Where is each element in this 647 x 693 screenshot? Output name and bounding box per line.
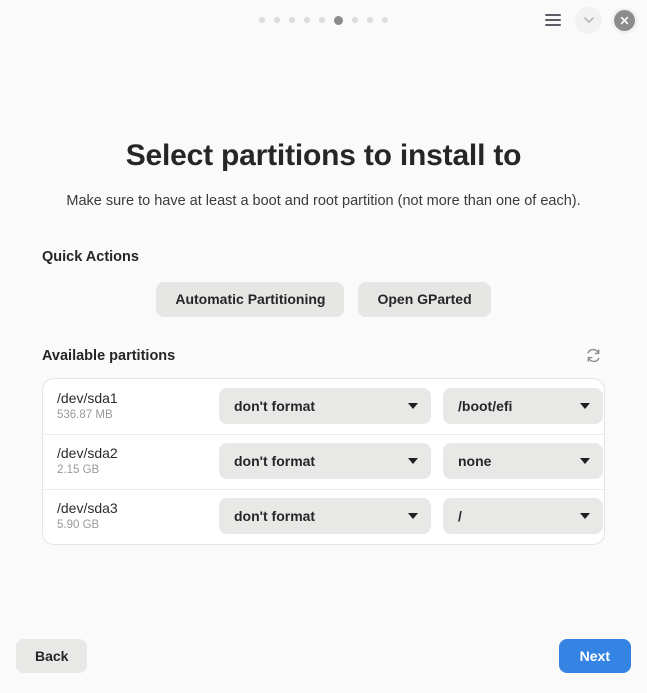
quick-actions-section: Quick Actions [42,249,605,271]
next-button[interactable]: Next [558,639,631,673]
format-action-dropdown[interactable]: don't format [219,498,431,535]
open-gparted-button[interactable]: Open GParted [358,282,491,317]
footer-bar: Back Next [0,629,647,693]
format-action-value: don't format [234,508,316,525]
automatic-partitioning-button[interactable]: Automatic Partitioning [156,282,345,317]
progress-dot [274,17,280,23]
partition-size: 5.90 GB [57,519,100,532]
format-action-value: don't format [234,398,316,415]
table-row: /dev/sda1 536.87 MB don't format/boot/efi [43,379,604,434]
partition-device: /dev/sda3 [57,499,118,516]
mount-point-value: / [458,508,462,525]
partition-size: 536.87 MB [57,409,113,422]
close-circle-glyph [614,9,635,31]
header-controls [539,0,638,40]
progress-dot-active [334,15,343,25]
quick-actions-label: Quick Actions [42,249,139,266]
partition-size: 2.15 GB [57,464,100,477]
page-subtitle: Make sure to have at least a boot and ro… [66,193,581,209]
mount-point-dropdown[interactable]: none [443,443,603,480]
table-row: /dev/sda3 5.90 GB don't format / [43,488,604,544]
mount-point-value: /boot/efi [458,398,513,415]
progress-dot [304,17,310,23]
mount-point-dropdown[interactable]: / [443,498,603,535]
refresh-icon[interactable] [581,344,605,368]
back-button[interactable]: Back [16,639,88,673]
progress-dot [367,17,373,23]
partitions-list: /dev/sda1 536.87 MB don't format/boot/efi /… [42,377,605,545]
format-action-dropdown[interactable]: don't format [219,443,431,480]
available-partitions-label: Available partitions [42,347,176,364]
partition-info: /dev/sda1 536.87 MB [57,390,219,423]
main-content: Select partitions to install to Make sur… [0,138,647,545]
partition-info: /dev/sda2 2.15 GB [57,445,219,478]
quick-actions-buttons: Automatic Partitioning Open GParted [42,282,605,317]
close-icon[interactable] [611,6,638,34]
chevron-down-icon [580,403,590,410]
refresh-glyph [586,349,600,363]
chevron-down-icon [580,458,590,465]
mount-point-dropdown[interactable]: /boot/efi [443,388,603,425]
chevron-down-glyph [583,17,594,23]
mount-point-value: none [458,453,492,470]
hamburger-glyph [544,14,561,26]
x-glyph [620,16,629,24]
format-action-value: don't format [234,453,316,470]
chevron-down-icon [408,513,418,520]
progress-dot [259,17,265,23]
format-action-dropdown[interactable]: don't format [219,388,431,425]
chevron-down-icon[interactable] [575,6,602,34]
progress-dot [352,17,358,23]
page-title: Select partitions to install to [125,139,522,172]
hamburger-menu-icon[interactable] [539,7,566,34]
chevron-down-icon [580,513,590,520]
header-bar [0,0,647,40]
partition-device: /dev/sda2 [57,444,118,461]
chevron-down-icon [408,403,418,410]
chevron-down-icon [408,458,418,465]
progress-dot [382,17,388,23]
progress-dot [319,17,325,23]
progress-dot [289,17,295,23]
table-row: /dev/sda2 2.15 GB don't format none [43,433,604,489]
partition-device: /dev/sda1 [57,389,118,406]
partition-info: /dev/sda3 5.90 GB [57,500,219,533]
available-partitions-header: Available partitions [42,344,605,368]
